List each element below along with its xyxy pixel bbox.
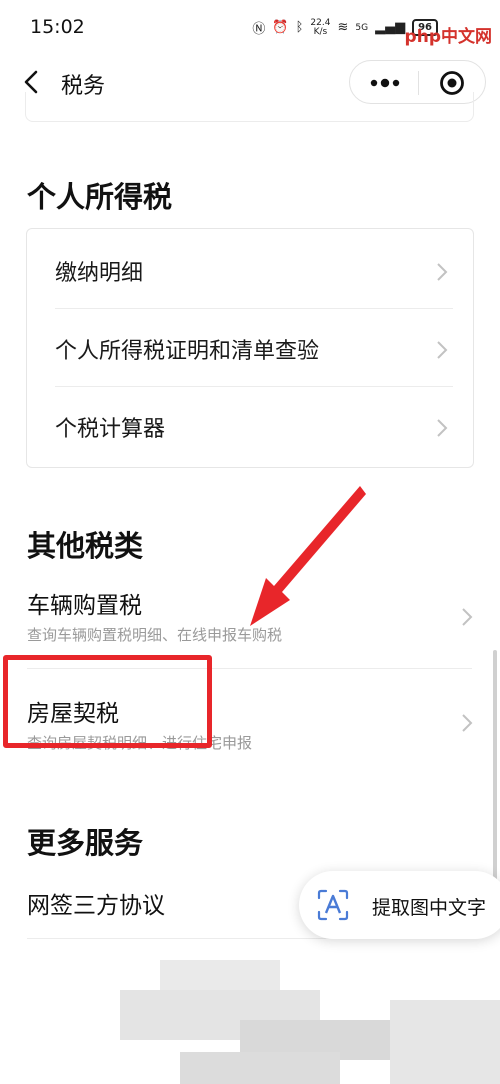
extract-text-button[interactable]: 提取图中文字 [299,871,500,939]
alarm-icon: ⏰ [272,20,289,35]
list-item-payment-details[interactable]: 缴纳明细 [27,231,475,309]
net-speed-unit: K/s [313,26,328,37]
chevron-right-icon [437,341,448,359]
scrollbar[interactable] [493,650,497,890]
status-time: 15:02 [30,16,85,38]
more-options-icon[interactable] [368,74,402,92]
highlight-annotation-box [3,655,212,748]
list-item-title: 车辆购置税 [27,593,142,619]
section-title-other-taxes: 其他税类 [27,529,144,563]
net-speed: 22.4 K/s [310,18,330,37]
list-item-tax-certificate[interactable]: 个人所得税证明和清单查验 [27,309,475,387]
blur-block [180,1052,340,1084]
blur-block [390,1000,500,1084]
list-item-label: 缴纳明细 [55,261,144,286]
chevron-right-icon [437,263,448,281]
wifi-icon: ≋ [337,20,349,35]
watermark-logo: php中文网 [404,27,492,47]
nfc-icon: Ⓝ [252,22,266,37]
chevron-right-icon [437,419,448,437]
chevron-right-icon [462,608,473,626]
blurred-footer [120,960,500,1084]
personal-income-tax-card: 缴纳明细 个人所得税证明和清单查验 个税计算器 [26,228,474,468]
text-recognition-icon [317,889,349,921]
extract-text-label: 提取图中文字 [372,897,487,919]
chevron-right-icon [462,714,473,732]
previous-card-edge [25,92,474,122]
status-bar: 15:02 Ⓝ ⏰ ᛒ 22.4 K/s ≋ 5G ▂▄▆ 96 php中文网 [0,0,500,56]
annotation-arrow-icon [250,486,366,626]
network-type: 5G [355,22,369,33]
list-item-title: 网签三方协议 [27,893,165,919]
signal-icon: ▂▄▆ [375,20,406,35]
bluetooth-icon: ᛒ [295,20,304,35]
list-item-tax-calculator[interactable]: 个税计算器 [27,387,475,465]
section-title-more-services: 更多服务 [27,826,144,860]
list-item-label: 个税计算器 [55,417,166,442]
list-item-label: 个人所得税证明和清单查验 [55,339,320,364]
section-title-personal-income-tax: 个人所得税 [27,180,173,214]
